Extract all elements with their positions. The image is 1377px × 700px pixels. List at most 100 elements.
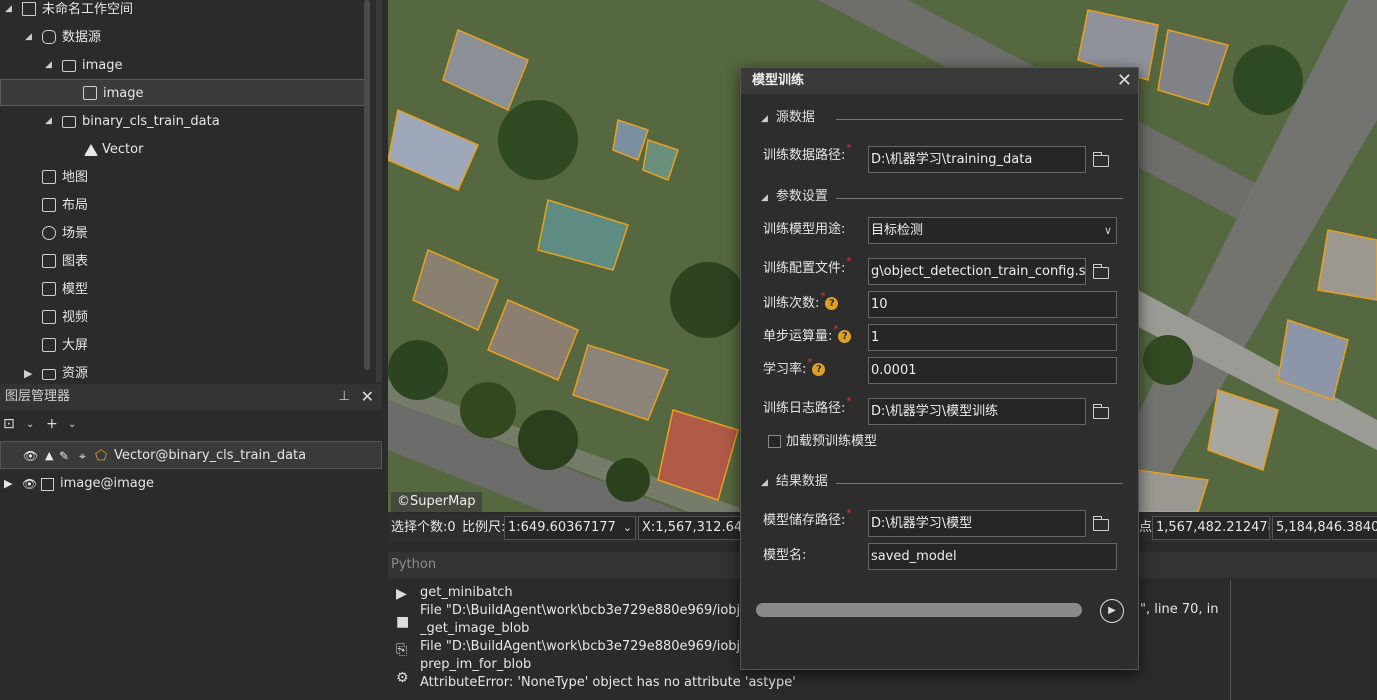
scenes-icon [42, 226, 56, 240]
tree-item-maps[interactable]: 地图 [0, 164, 370, 191]
train-data-path-label: 训练数据路径:* [763, 143, 852, 163]
tree-item-image-dataset[interactable]: image [0, 79, 370, 106]
learning-rate-label: 学习率:*? [763, 357, 826, 382]
model-save-path-input[interactable]: D:\机器学习\模型 [868, 510, 1086, 537]
config-file-label: 训练配置文件:* [763, 256, 852, 276]
tree-item-label: 场景 [62, 226, 89, 241]
snap-icon[interactable]: ⌖ [79, 442, 86, 470]
dialog-title: 模型训练 [741, 68, 1138, 94]
script-icon[interactable]: ⎘ [396, 642, 407, 658]
tree-item-models[interactable]: 模型 [0, 276, 370, 303]
tree-item-label: image [103, 86, 144, 101]
help-icon[interactable]: ? [825, 297, 839, 310]
close-icon[interactable]: ✕ [1117, 68, 1132, 94]
tree-item-vector-dataset[interactable]: Vector [0, 136, 370, 163]
train-data-path-input[interactable]: D:\机器学习\training_data [868, 146, 1086, 173]
help-icon[interactable]: ? [812, 363, 826, 376]
editable-pen-icon[interactable]: ✎ [59, 442, 69, 470]
tree-item-label: 地图 [62, 170, 89, 185]
layer-list: ⊡ ⌄ + ⌄ 👁 ▲ ✎ ⌖ ⬠ Vector@binary_cls_trai… [0, 410, 382, 700]
tree-item-datasource-binary[interactable]: ◢ binary_cls_train_data [0, 108, 370, 135]
tree-item-datasources[interactable]: ◢ 数据源 [0, 24, 370, 51]
tree-item-videos[interactable]: 视频 [0, 304, 370, 331]
tree-item-label: image [82, 58, 123, 73]
tree-item-label: binary_cls_train_data [82, 114, 220, 129]
collapse-arrow-icon[interactable]: ▶ [24, 360, 32, 382]
required-mark: * [846, 256, 852, 267]
visibility-eye-icon[interactable]: 👁 [23, 442, 38, 470]
run-icon[interactable]: ▶ [396, 586, 407, 602]
center-x-field[interactable]: 1,567,482.21247885 [1152, 516, 1270, 540]
log-path-input[interactable]: D:\机器学习\模型训练 [868, 398, 1086, 425]
pin-icon[interactable]: ⊥ [339, 384, 350, 410]
section-source-data[interactable]: ◢ 源数据 [761, 108, 815, 128]
tree-item-datasource-image[interactable]: ◢ image [0, 52, 370, 79]
tree-item-scenes[interactable]: 场景 [0, 220, 370, 247]
tree-item-resources[interactable]: ▶ 资源 [0, 360, 370, 382]
scale-select[interactable]: 1:649.60367177 ⌄ [504, 516, 636, 540]
expand-arrow-icon[interactable]: ▶ [4, 470, 12, 498]
layer-row-vector[interactable]: 👁 ▲ ✎ ⌖ ⬠ Vector@binary_cls_train_data [0, 441, 382, 469]
section-divider [836, 483, 1123, 484]
load-pretrained-label: 加载预训练模型 [786, 434, 878, 449]
tree-scrollbar[interactable] [364, 0, 370, 370]
tree-item-dashboards[interactable]: 大屏 [0, 332, 370, 359]
help-icon[interactable]: ? [838, 330, 852, 343]
expand-arrow-icon[interactable]: ◢ [5, 0, 12, 23]
folder-browse-icon[interactable] [1093, 516, 1109, 531]
model-use-select[interactable]: 目标检测 ∨ [868, 217, 1117, 244]
epochs-input[interactable]: 10 [868, 291, 1117, 318]
expand-arrow-icon[interactable]: ◢ [45, 108, 52, 135]
section-result-data[interactable]: ◢ 结果数据 [761, 472, 828, 492]
collapse-triangle-icon: ◢ [761, 478, 768, 488]
center-y-field[interactable]: 5,184,846.38404 [1272, 516, 1377, 540]
vector-dataset-icon [84, 144, 98, 156]
learning-rate-input[interactable]: 0.0001 [868, 357, 1117, 384]
layer-row-image[interactable]: ▶ 👁 image@image [0, 470, 382, 498]
chevron-down-icon[interactable]: ⌄ [68, 419, 76, 430]
add-layer-group-icon[interactable]: ⊡ [3, 416, 15, 432]
layer-manager-header: 图层管理器 ⊥ ✕ [0, 384, 382, 410]
model-name-input[interactable]: saved_model [868, 543, 1117, 570]
output-line-suffix: ", line 70, in [1140, 602, 1219, 617]
python-toolbar: ▶ ■ ⎘ ⚙ [388, 580, 416, 700]
config-file-input[interactable]: g\object_detection_train_config.sdt [868, 258, 1086, 285]
tree-item-label: 未命名工作空间 [42, 2, 134, 17]
tree-item-label: 模型 [62, 282, 89, 297]
expand-arrow-icon[interactable]: ◢ [45, 52, 52, 79]
tree-item-workspace[interactable]: ◢ 未命名工作空间 [0, 0, 370, 23]
run-training-button[interactable]: ▶ [1100, 599, 1124, 623]
close-icon[interactable]: ✕ [361, 384, 374, 410]
layer-name: Vector@binary_cls_train_data [114, 448, 307, 463]
image-layer-icon [41, 478, 54, 491]
chevron-down-icon[interactable]: ⌄ [26, 419, 34, 430]
expand-arrow-icon[interactable]: ◢ [25, 24, 32, 51]
scale-label: 比例尺: [462, 520, 506, 535]
plus-icon[interactable]: + [46, 416, 58, 432]
folder-browse-icon[interactable] [1093, 404, 1109, 419]
datasources-icon [42, 30, 56, 44]
folder-browse-icon[interactable] [1093, 152, 1109, 167]
tree-item-layouts[interactable]: 布局 [0, 192, 370, 219]
panel-splitter[interactable] [376, 0, 382, 382]
visibility-eye-icon[interactable]: 👁 [22, 470, 37, 498]
section-params[interactable]: ◢ 参数设置 [761, 187, 828, 207]
folder-browse-icon[interactable] [1093, 264, 1109, 279]
batch-size-input[interactable]: 1 [868, 324, 1117, 351]
scale-value: 1:649.60367177 [508, 520, 616, 535]
section-title: 源数据 [775, 110, 815, 125]
selectable-arrow-icon[interactable]: ▲ [45, 442, 53, 470]
load-pretrained-checkbox[interactable] [768, 435, 781, 448]
chevron-down-icon: ⌄ [622, 521, 632, 534]
x-coordinate-field[interactable]: X:1,567,312.6416 [638, 516, 748, 540]
tree-item-label: 数据源 [62, 30, 102, 45]
layer-manager-title: 图层管理器 [5, 389, 71, 404]
gear-icon[interactable]: ⚙ [396, 670, 409, 686]
stop-icon[interactable]: ■ [396, 614, 409, 630]
layer-toolbar: ⊡ ⌄ + ⌄ [0, 410, 382, 440]
tree-item-charts[interactable]: 图表 [0, 248, 370, 275]
section-title: 参数设置 [775, 189, 828, 204]
models-icon [42, 282, 56, 296]
region-layer-icon: ⬠ [95, 448, 108, 464]
model-name-label: 模型名: [763, 548, 807, 563]
